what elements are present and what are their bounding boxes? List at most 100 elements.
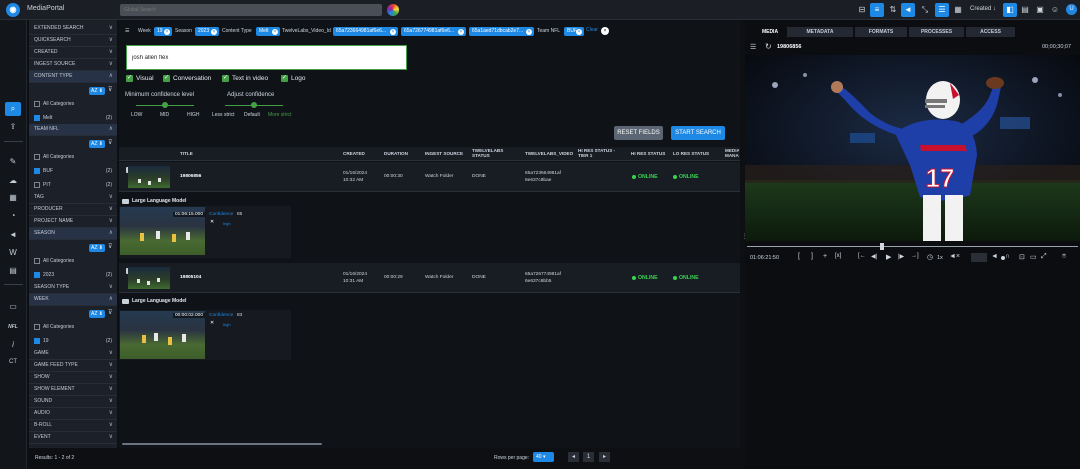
menu-icon[interactable]: ☰ — [750, 43, 756, 51]
column-header[interactable]: DURATION — [384, 151, 408, 156]
filter-project-name[interactable]: PROJECT NAME ∨ — [29, 216, 117, 228]
prev-page-button[interactable]: ◂ — [568, 452, 579, 462]
checkbox-pit[interactable]: PIT — [34, 180, 51, 190]
filter-audio[interactable]: AUDIO ∨ — [29, 408, 117, 420]
filter-season-type[interactable]: SEASON TYPE ∨ — [29, 282, 117, 294]
checkbox-2023[interactable]: 2023 — [34, 270, 54, 280]
close-icon[interactable]: × — [390, 28, 396, 35]
filter-chip[interactable]: 2023 × — [195, 27, 219, 36]
reset-fields-button[interactable]: RESET FIELDS — [614, 126, 663, 140]
checkbox-melt[interactable]: Melt — [34, 113, 52, 123]
clear-marker-icon[interactable]: [x] — [835, 253, 841, 259]
sort-az-button[interactable]: AZ ⬇ — [89, 140, 105, 148]
sort-options-icon[interactable]: ⊽ — [108, 243, 112, 250]
grid-view-icon[interactable]: ▦ — [951, 3, 965, 17]
playback-speed[interactable]: 1x — [937, 255, 943, 261]
filter-b-roll[interactable]: B-ROLL ∨ — [29, 420, 117, 432]
global-search-input[interactable] — [120, 4, 382, 16]
app-logo[interactable]: ◉ — [6, 3, 20, 17]
filter-chip[interactable]: BUF × — [564, 27, 584, 36]
filter-game[interactable]: GAME ∨ — [29, 348, 117, 360]
checkbox-19[interactable]: 19 — [34, 336, 49, 346]
next-page-button[interactable]: ▸ — [599, 452, 610, 462]
filter-chip[interactable]: 65a1aed71dbcab2e7... × — [469, 27, 534, 36]
snapshot-icon[interactable]: ⌾ — [1062, 253, 1066, 261]
close-icon[interactable]: × — [458, 28, 464, 35]
sort-az-button[interactable]: AZ ⬇ — [89, 244, 105, 252]
apps-icon[interactable]: ▦ — [5, 191, 21, 205]
clip-thumbnail[interactable] — [120, 311, 205, 359]
close-icon[interactable]: × — [526, 28, 532, 35]
llm-clip-card[interactable]: 01:06:15.000 Confidence 85 ✕ high — [119, 206, 291, 258]
add-marker-icon[interactable]: + — [823, 253, 827, 260]
column-header[interactable]: INGEST SOURCE — [425, 151, 463, 156]
clear-filters-link[interactable]: Clear — [586, 27, 598, 33]
asset-title[interactable]: 19805104 — [180, 275, 201, 281]
sort-field-label[interactable]: Created ↓ — [970, 6, 996, 12]
headphones-icon[interactable]: ∩ — [1005, 253, 1010, 260]
page-number[interactable]: 1 — [583, 452, 594, 462]
sort-az-button[interactable]: AZ ⬇ — [89, 310, 105, 318]
sort-options-icon[interactable]: ⊽ — [108, 309, 112, 316]
column-header[interactable]: TWELVELABS STATUS — [472, 148, 514, 158]
sort-direction-icon[interactable]: ↓ — [993, 6, 996, 12]
filter-event[interactable]: EVENT ∨ — [29, 432, 117, 444]
search-icon[interactable]: ⌕ — [5, 102, 21, 116]
checkbox-all-categories[interactable]: All Categories — [34, 152, 74, 162]
filter-chip[interactable]: 65a726774981af6e6... × — [401, 27, 466, 36]
playhead[interactable] — [880, 243, 884, 250]
clear-all-icon[interactable]: × — [601, 27, 609, 35]
checkbox-all-categories[interactable]: All Categories — [34, 99, 74, 109]
checkbox-visual[interactable]: ✓ Visual — [126, 75, 154, 83]
timer-icon[interactable]: ◔ — [5, 209, 21, 223]
search-query-input[interactable] — [126, 45, 407, 70]
split-view-icon[interactable]: ◧ — [1003, 3, 1017, 17]
filter-show[interactable]: SHOW ∨ — [29, 372, 117, 384]
column-header[interactable]: TITLE — [180, 151, 193, 156]
column-header[interactable]: CREATED — [343, 151, 365, 156]
slider-knob[interactable] — [251, 102, 257, 108]
tab-access[interactable]: ACCESS — [966, 27, 1015, 37]
tab-metadata[interactable]: METADATA — [787, 27, 853, 37]
filter-chip[interactable]: 65a723664981af6e6... × — [333, 27, 398, 36]
column-header[interactable]: HI RES STATUS — [631, 151, 665, 156]
step-forward-icon[interactable]: |▶ — [898, 253, 904, 260]
checkbox-text-in-video[interactable]: ✓ Text in video — [222, 75, 268, 83]
filter-producer[interactable]: PRODUCER ∨ — [29, 204, 117, 216]
filter-chip[interactable]: Melt × — [256, 27, 280, 36]
speaker-icon[interactable]: ◄ — [5, 228, 21, 242]
filter-icon[interactable]: ≡ — [870, 3, 884, 17]
sort-options-icon[interactable]: ⊽ — [108, 86, 112, 93]
rows-per-page-select[interactable]: 40 ▾ — [533, 452, 554, 462]
close-icon[interactable]: × — [164, 28, 170, 35]
picture-in-picture-icon[interactable]: ▭ — [1030, 253, 1037, 261]
list-view-icon[interactable]: ☰ — [935, 3, 949, 17]
filter-extended-search[interactable]: EXTENDED SEARCH ∨ — [29, 23, 117, 35]
filter-week[interactable]: WEEK ∧ — [29, 294, 117, 306]
fullscreen-icon[interactable]: ⤢ — [1041, 253, 1047, 261]
filter-content-type[interactable]: CONTENT TYPE ∧ — [29, 71, 117, 83]
go-to-in-icon[interactable]: [← — [858, 253, 866, 259]
tab-media[interactable]: MEDIA — [756, 27, 784, 37]
video-thumbnail[interactable] — [128, 166, 170, 188]
video-player[interactable]: 17 — [745, 55, 1080, 241]
frame-icon[interactable]: ⊡ — [1019, 253, 1025, 261]
column-header[interactable]: MEDIA MANA — [725, 148, 739, 158]
mark-out-icon[interactable]: ] — [811, 253, 813, 260]
mute-icon[interactable]: ◄× — [949, 253, 960, 260]
llm-clip-card[interactable]: 00:00:02.000 Confidence 83 ✕ high — [119, 310, 291, 360]
step-back-icon[interactable]: ◀| — [871, 253, 877, 260]
italic-i-icon[interactable]: i — [5, 338, 21, 352]
volume-icon[interactable]: ◄ — [991, 253, 998, 260]
playback-speed-icon[interactable]: ◷ — [927, 253, 933, 261]
column-header[interactable]: HI RES STATUS - TIER 1 — [578, 148, 622, 158]
avatar[interactable]: U — [1066, 4, 1077, 15]
video-thumbnail[interactable] — [128, 267, 170, 289]
folder-icon[interactable]: ▤ — [1018, 3, 1032, 17]
filter-sound[interactable]: SOUND ∨ — [29, 396, 117, 408]
users-icon[interactable]: ☺ — [1048, 3, 1062, 17]
column-header[interactable]: LO RES STATUS — [673, 151, 709, 156]
document-icon[interactable]: ▤ — [5, 264, 21, 278]
checkbox-buf[interactable]: BUF — [34, 166, 53, 176]
table-row[interactable]: 19805104 01/16/2024 10:31 AM 00:00:29 Wa… — [119, 263, 740, 293]
